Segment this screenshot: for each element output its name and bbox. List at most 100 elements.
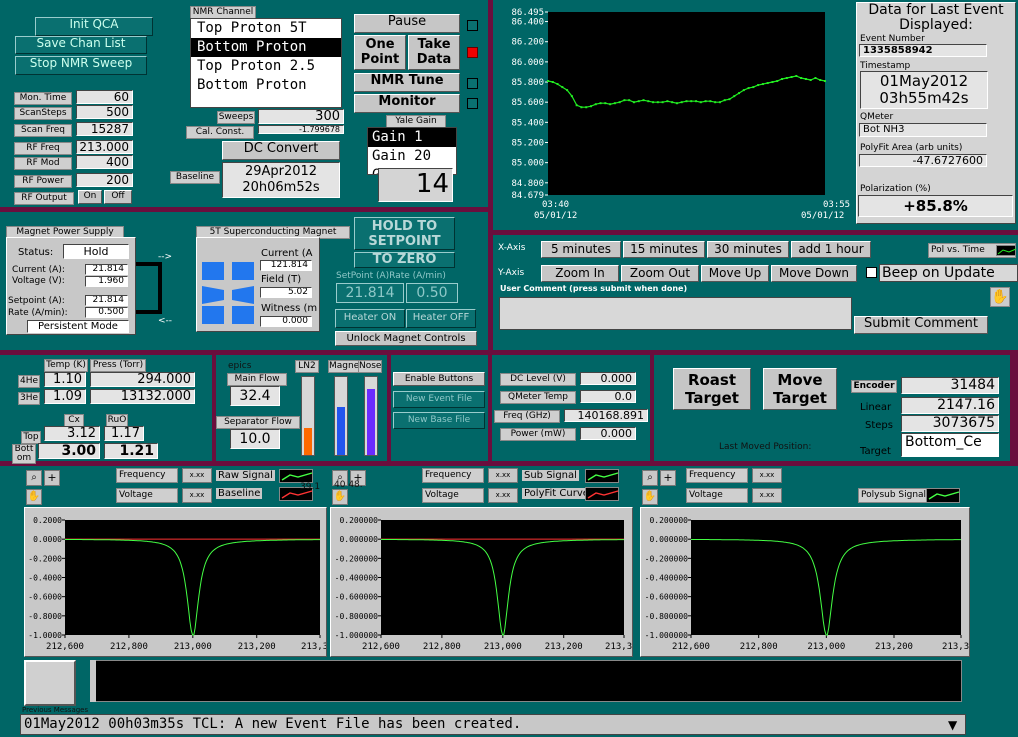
steps-field: 3073675	[901, 415, 999, 432]
supply-rate-field[interactable]: 0.500	[85, 307, 128, 318]
nmr-tune-button[interactable]: NMR Tune	[354, 73, 460, 92]
param-field[interactable]: 15287	[76, 122, 133, 136]
y-tick-label: -0.800000	[335, 612, 379, 621]
nmr-channel-list[interactable]: Top Proton 5T Bottom Proton Top Proton 2.5…	[190, 18, 342, 108]
data-point	[566, 89, 569, 92]
data-point	[819, 79, 822, 82]
level-bar-fill	[367, 388, 375, 455]
unlock-magnet-button[interactable]: Unlock Magnet Controls	[335, 331, 477, 346]
move-target-button[interactable]: Move Target	[763, 368, 837, 410]
y-axis-button[interactable]: Zoom In	[541, 265, 619, 282]
x-axis-button[interactable]: 15 minutes	[623, 241, 705, 258]
rf-on-button[interactable]: On	[78, 190, 102, 204]
channel-item[interactable]: Bottom Proton	[191, 38, 341, 57]
x-tick-label: 212,800	[740, 642, 778, 652]
pause-checkbox[interactable]	[467, 20, 478, 31]
previous-messages-button[interactable]	[24, 660, 76, 706]
nmr-tune-checkbox[interactable]	[467, 78, 478, 89]
divider	[387, 355, 391, 461]
frequency-scale-icon[interactable]: x.xx	[752, 468, 782, 483]
submit-comment-button[interactable]: Submit Comment	[854, 316, 988, 334]
lead-wire	[136, 310, 160, 314]
x-axis-button[interactable]: 5 minutes	[541, 241, 621, 258]
frequency-scale-icon[interactable]: x.xx	[488, 468, 518, 483]
init-qca-button[interactable]: Init QCA	[35, 17, 153, 36]
param-field[interactable]: 200	[76, 173, 133, 187]
x-axis-button[interactable]: 30 minutes	[707, 241, 789, 258]
crosshair-icon[interactable]: +	[660, 470, 676, 486]
one-point-button[interactable]: One Point	[354, 35, 406, 70]
data-point	[675, 102, 678, 105]
voltage-scale-icon[interactable]: x.xx	[488, 488, 518, 503]
pan-icon[interactable]: ✋	[332, 489, 348, 505]
data-point	[733, 95, 736, 98]
y-axis-button[interactable]: Move Up	[701, 265, 769, 282]
hold-setpoint-button[interactable]: HOLD TO SETPOINT	[354, 217, 455, 250]
take-data-button[interactable]: Take Data	[408, 35, 460, 70]
frequency-scale-icon[interactable]: x.xx	[182, 468, 212, 483]
gain-item[interactable]: Gain 1	[368, 128, 456, 147]
channel-item[interactable]: Top Proton 5T	[191, 19, 341, 38]
chevron-down-icon[interactable]: ▼	[948, 718, 957, 732]
y-tick-label: 86.000	[511, 58, 544, 68]
message-log-scroll[interactable]	[90, 660, 96, 702]
y-tick-label: 86.400	[511, 18, 544, 28]
y-tick-label: 85.000	[511, 159, 544, 169]
stop-nmr-sweep-button[interactable]: Stop NMR Sweep	[15, 56, 147, 75]
x-axis-label: X-Axis	[498, 243, 526, 253]
bott-ruo-field: 1.21	[104, 443, 158, 459]
beep-checkbox[interactable]	[866, 267, 877, 278]
save-chan-list-button[interactable]: Save Chan List	[15, 36, 147, 54]
one-point-label: One Point	[360, 37, 400, 67]
voltage-scale-icon[interactable]: x.xx	[182, 488, 212, 503]
target-label: Target	[860, 446, 891, 457]
monitor-checkbox[interactable]	[467, 98, 478, 109]
x-axis-button[interactable]: add 1 hour	[791, 241, 871, 258]
new-event-file-button[interactable]: New Event File	[393, 391, 485, 408]
roast-target-button[interactable]: Roast Target	[673, 368, 751, 410]
data-point	[704, 100, 707, 103]
to-zero-button[interactable]: TO ZERO	[354, 252, 455, 268]
y-axis-button[interactable]: Move Down	[771, 265, 857, 282]
hold-rate-field[interactable]: 0.50	[406, 283, 458, 303]
bott-cx-field: 3.00	[38, 443, 100, 459]
hold-setpoint-field[interactable]: 21.814	[336, 283, 404, 303]
crosshair-icon[interactable]: +	[44, 470, 60, 486]
zoom-icon[interactable]: ⌕	[642, 470, 658, 486]
param-field[interactable]: 500	[76, 105, 133, 119]
supply-setpoint-field[interactable]: 21.814	[85, 295, 128, 306]
data-point	[589, 105, 592, 108]
hand-icon[interactable]: ✋	[990, 287, 1010, 307]
param-field[interactable]: 213.000	[76, 140, 133, 154]
take-data-checkbox[interactable]	[467, 47, 478, 58]
param-field[interactable]: 60	[76, 90, 133, 104]
param-field[interactable]: 400	[76, 155, 133, 169]
channel-item[interactable]: Top Proton 2.5	[191, 57, 341, 76]
gain-item[interactable]: Gain 20	[368, 147, 456, 166]
pan-icon[interactable]: ✋	[26, 489, 42, 505]
pause-button[interactable]: Pause	[354, 14, 460, 33]
comment-input[interactable]	[499, 297, 852, 330]
channel-item[interactable]: Bottom Proton	[191, 76, 341, 95]
heater-off-button[interactable]: Heater OFF	[406, 309, 476, 328]
zoom-icon[interactable]: ⌕	[26, 470, 42, 486]
data-point	[609, 103, 612, 106]
y-tick-label: 85.200	[511, 138, 544, 148]
heater-on-button[interactable]: Heater ON	[335, 309, 405, 328]
timestamp-field: 01May2012 03h55m42s	[860, 71, 988, 109]
x-start-time: 03:40	[542, 200, 569, 210]
rf-off-button[interactable]: Off	[104, 190, 132, 204]
y-axis-button[interactable]: Zoom Out	[621, 265, 699, 282]
legend-swatch	[585, 469, 619, 483]
pan-icon[interactable]: ✋	[642, 489, 658, 505]
monitor-button[interactable]: Monitor	[354, 94, 460, 113]
voltage-scale-icon[interactable]: x.xx	[752, 488, 782, 503]
sc-current-label: Current (A	[261, 248, 313, 259]
enable-buttons-button[interactable]: Enable Buttons	[393, 372, 485, 386]
dc-convert-button[interactable]: DC Convert	[222, 141, 340, 160]
baseline-time: 20h06m52s	[242, 180, 320, 195]
sweeps-field[interactable]: 300	[258, 109, 344, 124]
x-tick-label: 212,600	[46, 642, 84, 652]
main-flow-label: Main Flow	[227, 373, 287, 386]
new-base-file-button[interactable]: New Base File	[393, 412, 485, 429]
